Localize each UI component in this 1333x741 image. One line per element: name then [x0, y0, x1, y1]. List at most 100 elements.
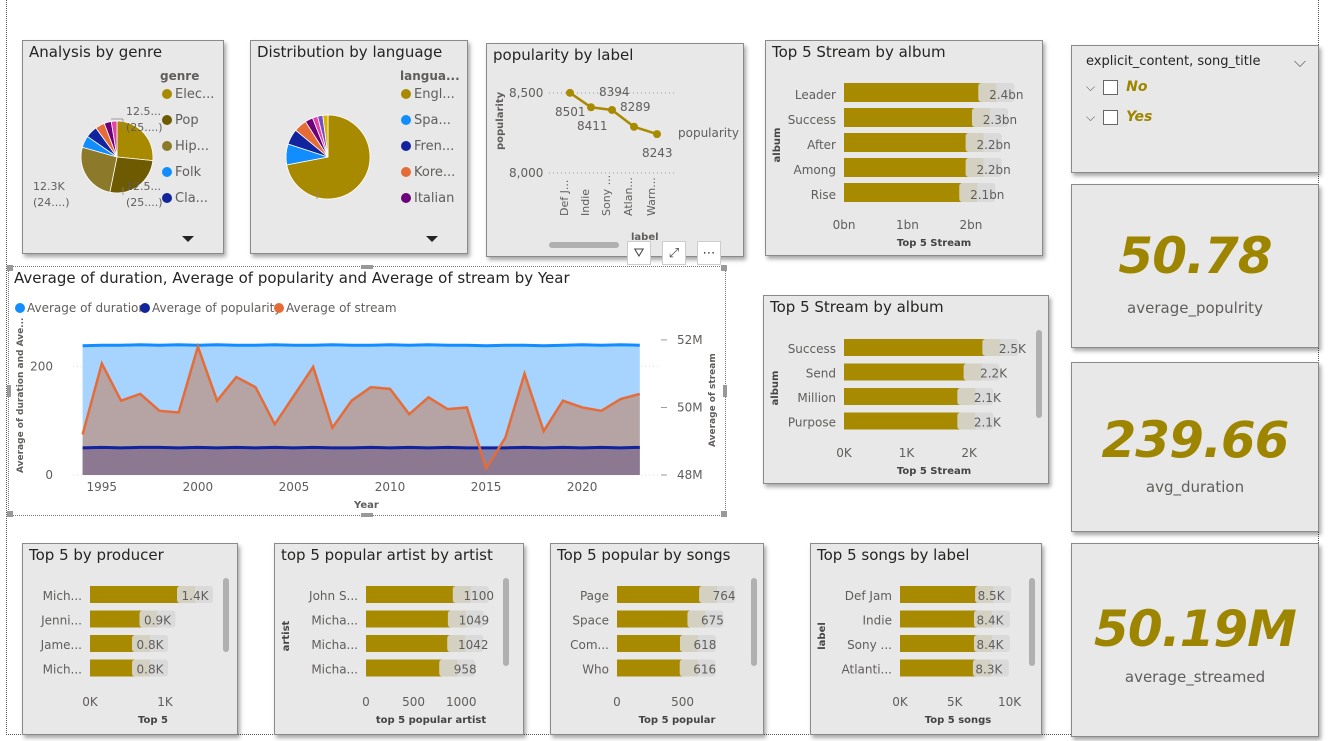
- expand-chevron-icon[interactable]: ⌵: [1086, 110, 1095, 125]
- resize-handle[interactable]: [723, 385, 727, 397]
- slicer-item-no[interactable]: ⌵ No: [1086, 79, 1147, 95]
- genre-label-rb1: 12.5...: [126, 180, 161, 193]
- x-axis-title: Top 5 Stream: [897, 466, 971, 477]
- scroll-down-icon[interactable]: [182, 236, 194, 242]
- label-songs-card[interactable]: Top 5 songs by label Def Jam 8.5K Indie 8.4…: [810, 543, 1042, 735]
- checkbox[interactable]: [1103, 79, 1119, 95]
- bar-value-label: 1042: [458, 638, 489, 652]
- language-legend-label[interactable]: Kore...: [414, 165, 455, 180]
- bar-category-label: Page: [580, 589, 609, 603]
- vertical-scrollbar[interactable]: [1029, 578, 1035, 666]
- genre-legend-label[interactable]: Hip...: [175, 139, 209, 154]
- popularity-line[interactable]: [82, 445, 640, 450]
- language-legend-label[interactable]: Engl...: [414, 87, 455, 102]
- language-pie-card[interactable]: Distribution by language langua... Engl.…: [250, 40, 468, 254]
- popularity-data-label: 8289: [620, 100, 651, 114]
- kpi-label: avg_duration: [1145, 478, 1245, 496]
- filter-icon[interactable]: ⛛: [627, 241, 651, 265]
- bar-value-label: 2.1K: [974, 391, 1002, 405]
- bar-category-label: Com...: [570, 638, 609, 652]
- bar-value-label: 2.2K: [980, 367, 1008, 381]
- language-legend-label[interactable]: Spa...: [414, 113, 451, 128]
- more-options-icon[interactable]: ⋯: [697, 241, 721, 265]
- popularity-label-card[interactable]: popularity by label popularity 8,500 8,0…: [486, 43, 744, 257]
- expand-chevron-icon[interactable]: ⌵: [1086, 80, 1095, 95]
- stream-album-card-2[interactable]: Top 5 Stream by album Success 2.5K Send 2.2…: [763, 295, 1049, 484]
- yearly-right-axis-title: Average of stream: [708, 353, 718, 447]
- popularity-point[interactable]: [630, 122, 638, 131]
- vertical-scrollbar[interactable]: [503, 578, 509, 666]
- horizontal-scrollbar[interactable]: [549, 242, 619, 248]
- x-tick-label: 1K: [157, 695, 174, 709]
- genre-pie-card[interactable]: Analysis by genre genre Elec... Pop Hip...…: [22, 40, 224, 254]
- resize-handle[interactable]: [721, 265, 727, 271]
- genre-legend-label[interactable]: Pop: [175, 113, 199, 128]
- bar-value-label: 1100: [463, 589, 494, 603]
- popularity-point[interactable]: [566, 88, 574, 97]
- bar-category-label: Success: [788, 342, 836, 356]
- genre-legend-label[interactable]: Folk: [175, 165, 202, 180]
- chevron-down-icon[interactable]: ⌵: [1294, 52, 1306, 72]
- yearly-x-tick: 2020: [567, 480, 598, 494]
- kpi-value: 50.19M: [1094, 600, 1297, 658]
- popularity-point[interactable]: [608, 105, 616, 114]
- bar[interactable]: [844, 412, 976, 430]
- bar[interactable]: [844, 133, 984, 152]
- resize-handle[interactable]: [721, 511, 727, 517]
- resize-handle[interactable]: [361, 513, 373, 517]
- language-legend-label[interactable]: Fren...: [414, 139, 454, 154]
- language-legend-label[interactable]: Italian: [414, 191, 454, 206]
- popularity-line: 85018411 83948289 8243 Def J... Indie Sony ..…: [555, 85, 673, 216]
- x-tick-label: 0K: [82, 695, 99, 709]
- bar[interactable]: [844, 158, 984, 177]
- popularity-x-tick: Warn...: [645, 177, 658, 216]
- focus-mode-icon[interactable]: ⤢: [662, 241, 686, 265]
- yearly-legend-label[interactable]: Average of stream: [286, 301, 397, 315]
- popularity-point[interactable]: [653, 130, 661, 139]
- resize-handle[interactable]: [7, 385, 11, 397]
- yearly-legend-label[interactable]: Average of duration: [27, 301, 146, 315]
- bar[interactable]: [844, 363, 982, 381]
- yearly-legend-label[interactable]: Average of popularity: [152, 301, 281, 315]
- bar[interactable]: [844, 108, 990, 127]
- bar[interactable]: [844, 83, 997, 102]
- vertical-scrollbar[interactable]: [223, 578, 229, 652]
- popularity-y-title: popularity: [495, 91, 506, 150]
- vertical-scrollbar[interactable]: [1036, 330, 1042, 418]
- resize-handle[interactable]: [7, 511, 13, 517]
- bar-value-label: 0.9K: [144, 614, 172, 628]
- stream-album-card-1[interactable]: Top 5 Stream by album Leader 2.4bn Success…: [765, 40, 1043, 256]
- popularity-point[interactable]: [587, 103, 595, 112]
- yearly-area-card[interactable]: Average of duration, Average of populari…: [7, 265, 727, 517]
- checkbox[interactable]: [1103, 109, 1119, 125]
- genre-label-rb2: (25....): [126, 196, 163, 209]
- bar-value-label: 764: [713, 589, 736, 603]
- resize-handle[interactable]: [7, 265, 13, 271]
- x-tick-label: 1K: [899, 446, 916, 460]
- vertical-scrollbar[interactable]: [751, 578, 757, 666]
- bar-value-label: 958: [454, 663, 477, 677]
- duration-line[interactable]: [82, 343, 640, 348]
- popularity-x-tick: Indie: [579, 189, 592, 216]
- language-legend-marker: [401, 193, 411, 203]
- artist-card[interactable]: top 5 popular artist by artist John S...…: [274, 543, 524, 735]
- x-axis-title: top 5 popular artist: [376, 715, 486, 726]
- bar-category-label: Success: [788, 113, 836, 127]
- bar[interactable]: [844, 339, 1001, 356]
- songs-card[interactable]: Top 5 popular by songs Page 764 Space 675 Co…: [550, 543, 764, 735]
- x-tick-label: 0: [613, 695, 621, 709]
- slicer-item-yes[interactable]: ⌵ Yes: [1086, 109, 1152, 125]
- scroll-down-icon[interactable]: [426, 236, 438, 242]
- genre-legend-label[interactable]: Elec...: [175, 87, 214, 102]
- x-tick-label: 2bn: [959, 218, 982, 232]
- bar-value-label: 8.4K: [977, 638, 1005, 652]
- resize-handle[interactable]: [361, 265, 373, 269]
- producer-card[interactable]: Top 5 by producer Mich... 1.4K Jenni... 0.9…: [22, 543, 238, 735]
- genre-legend: Elec... Pop Hip... Folk Cla...: [162, 87, 214, 206]
- genre-legend-label[interactable]: Cla...: [175, 191, 208, 206]
- popularity-ytick-8500: 8,500: [509, 86, 543, 100]
- yearly-area-svg: Average of duration Average of popularity…: [15, 301, 718, 511]
- explicit-song-slicer[interactable]: explicit_content, song_title ⌵ ⌵ No ⌵ Ye…: [1071, 45, 1319, 173]
- bar[interactable]: [844, 388, 976, 405]
- bar[interactable]: [844, 183, 978, 202]
